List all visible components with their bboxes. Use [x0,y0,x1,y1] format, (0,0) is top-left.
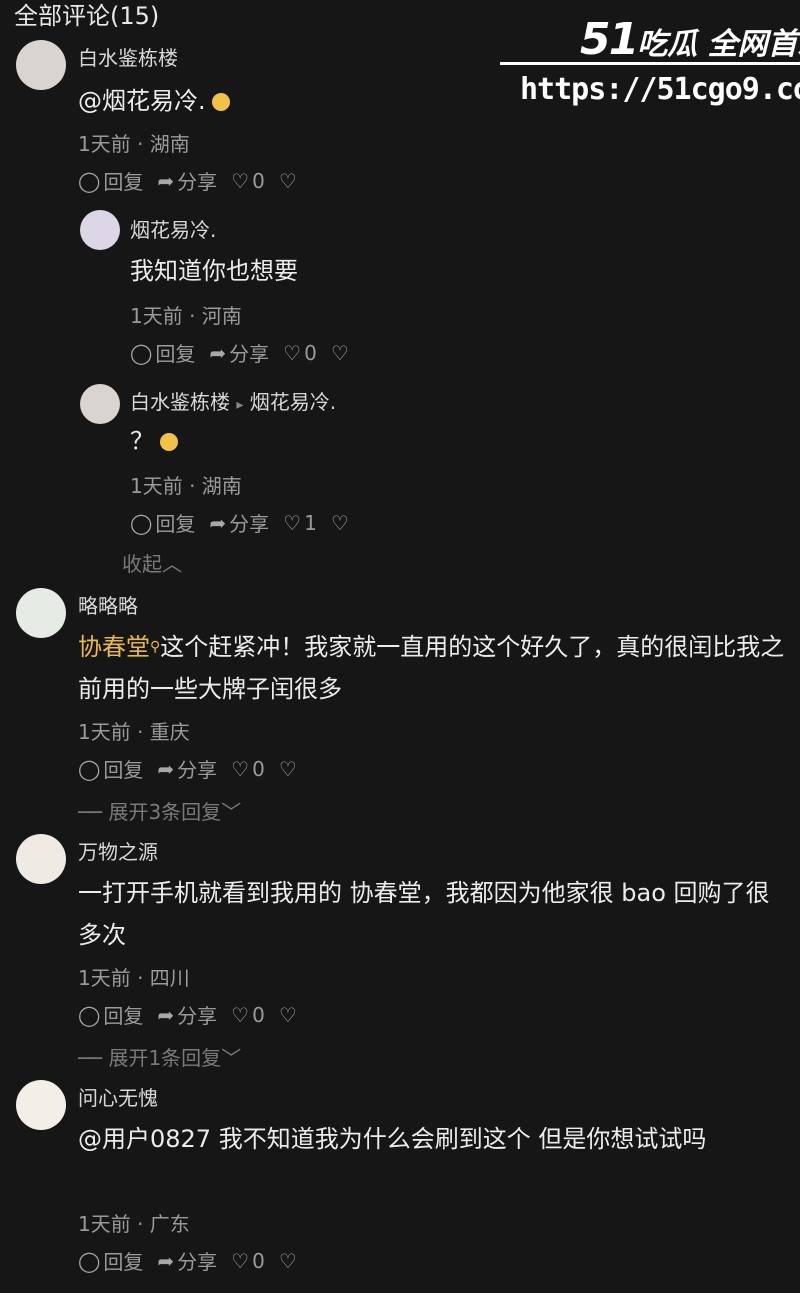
heart-icon: ♡ [283,340,302,365]
dislike-button[interactable]: ♡ [279,1003,297,1027]
like-button[interactable]: ♡ 0 [283,341,317,365]
reply-actions: ◯ 回复 ➦ 分享 ♡ 1 ♡ [130,508,349,537]
comment-actions: ◯ 回复 ➦ 分享 ♡ 0 ♡ [78,166,297,195]
chevron-up-icon: ︿ [162,552,182,576]
broken-heart-icon: ♡ [278,168,297,193]
reply-author: 白水鉴栋楼 ▸ 烟花易冷. [130,390,337,414]
reply-meta: 1天前 · 湖南 [130,474,242,498]
comment-bubble-icon: ◯ [78,1002,101,1027]
collapse-replies[interactable]: 收起︿ [122,548,182,577]
share-button[interactable]: ➦ 分享 [157,1246,217,1275]
comment-bubble-icon: ◯ [130,510,153,535]
comments-header: 全部评论(15) [14,2,160,30]
broken-heart-icon: ♡ [330,510,349,535]
avatar[interactable] [80,210,120,250]
comment-author[interactable]: 略略略 [78,590,138,619]
share-arrow-icon: ➦ [209,510,227,535]
chevron-down-icon: ﹀ [221,1046,242,1070]
like-button[interactable]: ♡ 1 [283,511,317,535]
broken-heart-icon: ♡ [278,756,297,781]
avatar[interactable] [16,588,66,638]
comment-actions: ◯ 回复 ➦ 分享 ♡ 0 ♡ [78,754,297,783]
heart-icon: ♡ [231,1248,250,1273]
comment-text: 一打开手机就看到我用的 协春堂，我都因为他家很 bao 回购了很多次 [78,879,770,949]
reply-button[interactable]: ◯ 回复 [78,754,143,783]
expand-replies[interactable]: ── 展开1条回复﹀ [78,1042,241,1071]
reply-button[interactable]: ◯ 回复 [78,166,143,195]
emoji-icon [160,433,178,451]
reply-actions: ◯ 回复 ➦ 分享 ♡ 0 ♡ [130,338,349,367]
reply-text: 我知道你也想要 [130,257,298,285]
like-button[interactable]: ♡ 0 [231,169,265,193]
comment-author[interactable]: 白水鉴栋楼 [78,42,178,71]
comment-actions: ◯ 回复 ➦ 分享 ♡ 0 ♡ [78,1246,297,1275]
comment-meta: 1天前 · 广东 [78,1212,190,1236]
watermark: 51吃瓜 全网首发 https://51cgo9.com [500,10,800,120]
reply-meta: 1天前 · 河南 [130,304,242,328]
reply-button[interactable]: ◯ 回复 [130,338,195,367]
share-button[interactable]: ➦ 分享 [209,338,269,367]
expand-replies[interactable]: ── 展开3条回复﹀ [78,796,241,825]
share-arrow-icon: ➦ [209,340,227,365]
share-arrow-icon: ➦ [157,1248,175,1273]
like-button[interactable]: ♡ 0 [231,1249,265,1273]
share-arrow-icon: ➦ [157,1002,175,1027]
search-icon: ⚲ [150,639,161,655]
broken-heart-icon: ♡ [330,340,349,365]
avatar[interactable] [80,384,120,424]
like-button[interactable]: ♡ 0 [231,757,265,781]
reply-target[interactable]: 烟花易冷. [250,390,336,414]
comment-bubble-icon: ◯ [78,168,101,193]
watermark-rule [500,62,800,65]
reply-button[interactable]: ◯ 回复 [78,1000,143,1029]
share-arrow-icon: ➦ [157,168,175,193]
broken-heart-icon: ♡ [278,1248,297,1273]
comment-bubble-icon: ◯ [130,340,153,365]
watermark-line1: 51吃瓜 全网首发 [580,14,800,65]
dislike-button[interactable]: ♡ [279,169,297,193]
heart-icon: ♡ [231,756,250,781]
reply-text: ？ [130,420,178,462]
comment-meta: 1天前 · 重庆 [78,720,190,744]
reply-button[interactable]: ◯ 回复 [130,508,195,537]
share-button[interactable]: ➦ 分享 [209,508,269,537]
share-arrow-icon: ➦ [157,756,175,781]
chevron-down-icon: ﹀ [221,800,242,824]
dislike-button[interactable]: ♡ [331,341,349,365]
comment-text: @烟花易冷. [78,80,230,122]
watermark-url: https://51cgo9.com [520,72,800,107]
comment-text: @用户0827 我不知道我为什么会刷到这个 但是你想试试吗 [78,1125,707,1153]
comment-text: 协春堂⚲这个赶紧冲！我家就一直用的这个好久了，真的很闰比我之前用的一些大牌子闰很… [78,633,785,703]
comment-author[interactable]: 问心无愧 [78,1082,158,1111]
dislike-button[interactable]: ♡ [279,757,297,781]
avatar[interactable] [16,1080,66,1130]
avatar[interactable] [16,834,66,884]
heart-icon: ♡ [231,1002,250,1027]
reply-author[interactable]: 烟花易冷. [130,214,216,243]
comment-bubble-icon: ◯ [78,1248,101,1273]
share-button[interactable]: ➦ 分享 [157,166,217,195]
heart-icon: ♡ [283,510,302,535]
comment-meta: 1天前 · 四川 [78,966,190,990]
reply-button[interactable]: ◯ 回复 [78,1246,143,1275]
reply-arrow-icon: ▸ [236,397,244,413]
comment-meta: 1天前 · 湖南 [78,132,190,156]
like-button[interactable]: ♡ 0 [231,1003,265,1027]
share-button[interactable]: ➦ 分享 [157,754,217,783]
share-button[interactable]: ➦ 分享 [157,1000,217,1029]
avatar[interactable] [16,40,66,90]
comment-bubble-icon: ◯ [78,756,101,781]
product-link[interactable]: 协春堂 [78,633,150,661]
dislike-button[interactable]: ♡ [331,511,349,535]
emoji-icon [211,93,230,111]
comment-author[interactable]: 万物之源 [78,836,158,865]
dislike-button[interactable]: ♡ [279,1249,297,1273]
broken-heart-icon: ♡ [278,1002,297,1027]
comment-actions: ◯ 回复 ➦ 分享 ♡ 0 ♡ [78,1000,297,1029]
heart-icon: ♡ [231,168,250,193]
